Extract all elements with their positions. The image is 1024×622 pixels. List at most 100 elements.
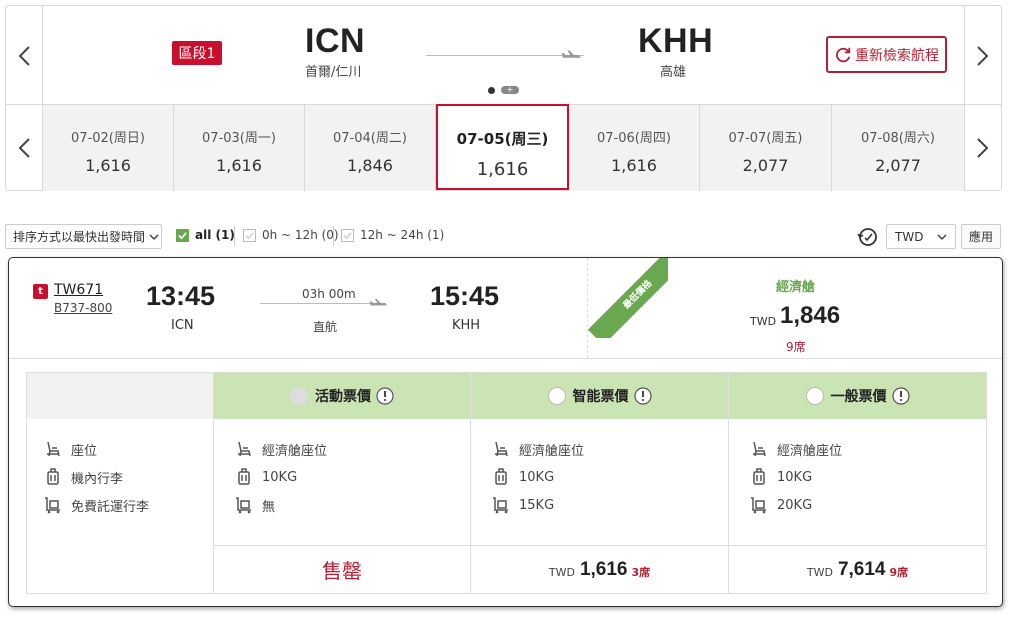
fare-option-regular: 一般票價 經濟艙座位 10KG 20KG TWD 7,614 9席 <box>729 373 986 593</box>
filter-divider <box>234 226 235 246</box>
prev-segment-button[interactable] <box>6 6 43 105</box>
flight-summary: t TW671 B737-800 13:45 ICN 03h 00m 直航 15… <box>9 258 1002 359</box>
feature-label: 機內行李 <box>71 471 124 487</box>
date-price: 2,077 <box>875 156 921 175</box>
lowest-price-ribbon: 最低價格 <box>588 258 668 338</box>
fare-option-smart: 智能票價 經濟艙座位 10KG 15KG TWD 1,616 3席 <box>471 373 729 593</box>
flight-duration: 03h 00m <box>302 287 356 301</box>
filter-all[interactable]: all (1) <box>176 228 235 242</box>
aircraft-link[interactable]: B737-800 <box>54 301 112 315</box>
research-label: 重新檢索航程 <box>855 47 939 64</box>
checkbox[interactable] <box>243 228 256 242</box>
fare-cabin-baggage: 10KG <box>749 467 812 487</box>
currency-select[interactable]: TWD <box>886 224 956 249</box>
date-cell[interactable]: 07-06(周四) 1,616 <box>569 105 700 191</box>
fare-radio[interactable] <box>805 387 824 405</box>
flight-stops: 直航 <box>313 320 338 334</box>
apply-button[interactable]: 應用 <box>961 224 1001 249</box>
currency-exchange-icon[interactable] <box>856 225 880 249</box>
info-icon[interactable] <box>376 387 394 405</box>
fare-value: 經濟艙座位 <box>262 443 328 459</box>
luggage-icon <box>47 468 59 485</box>
features-header <box>27 373 213 419</box>
fare-seat: 經濟艙座位 <box>234 439 327 459</box>
origin-name: 首爾/仁川 <box>305 65 362 80</box>
fare-footer[interactable]: TWD 1,616 3席 <box>471 545 728 593</box>
fare-value: 20KG <box>777 497 813 513</box>
fare-seats: 9席 <box>889 566 909 579</box>
fare-value: 經濟艙座位 <box>777 443 843 459</box>
date-cell[interactable]: 07-08(周六) 2,077 <box>832 105 964 191</box>
fare-footer[interactable]: TWD 7,614 9席 <box>729 545 986 593</box>
date-cell[interactable]: 07-02(周日) 1,616 <box>43 105 174 191</box>
fare-value: 10KG <box>262 469 298 485</box>
date-label: 07-08(周六) <box>861 131 935 146</box>
fare-price: 7,614 <box>837 558 886 580</box>
fare-value: 經濟艙座位 <box>519 443 585 459</box>
fare-name: 活動票價 <box>315 389 371 405</box>
date-selector: 07-02(周日) 1,616 07-03(周一) 1,616 07-04(周二… <box>43 104 964 191</box>
pager-dot-next[interactable]: + <box>501 86 519 94</box>
depart-time: 13:45 <box>146 281 216 311</box>
date-price: 1,616 <box>611 156 657 175</box>
flight-number-link[interactable]: TW671 <box>54 282 103 298</box>
fare-currency: TWD <box>806 566 833 579</box>
currency-value: TWD <box>895 229 924 244</box>
feature-seat: 座位 <box>43 439 97 459</box>
next-segment-button[interactable] <box>964 6 1001 105</box>
chevron-left-icon <box>18 45 30 66</box>
filter-0-12h[interactable]: 0h ~ 12h (0) <box>243 228 339 242</box>
checkbox-checked[interactable] <box>176 228 189 242</box>
info-icon[interactable] <box>633 387 652 405</box>
fare-price: 1,616 <box>579 558 628 580</box>
arrive-airport: KHH <box>452 318 481 333</box>
date-cell[interactable]: 07-04(周二) 1,846 <box>305 105 436 191</box>
date-price: 1,616 <box>85 156 131 175</box>
fare-radio-disabled <box>290 387 308 405</box>
fare-header[interactable]: 一般票價 <box>729 373 986 419</box>
airline-logo-icon: t <box>33 284 48 299</box>
fare-header[interactable]: 智能票價 <box>471 373 728 419</box>
seat-icon <box>47 441 60 457</box>
research-flights-button[interactable]: 重新檢索航程 <box>826 36 947 73</box>
chevron-right-icon <box>977 138 989 158</box>
fare-radio[interactable] <box>547 387 566 405</box>
date-label: 07-02(周日) <box>71 131 145 146</box>
next-dates-button[interactable] <box>964 105 1001 191</box>
info-icon[interactable] <box>891 387 910 405</box>
arrive-time: 15:45 <box>430 281 500 311</box>
airplane-icon <box>369 298 388 306</box>
date-price: 2,077 <box>742 156 789 175</box>
fare-header[interactable]: 活動票價 <box>214 373 470 419</box>
cabin-price: 1,846 <box>780 302 841 329</box>
fare-option-promo: 活動票價 經濟艙座位 10KG 無 售罄 <box>214 373 471 593</box>
fare-seats: 3席 <box>631 566 651 579</box>
flight-card: t TW671 B737-800 13:45 ICN 03h 00m 直航 15… <box>8 257 1003 607</box>
seat-icon <box>238 441 251 457</box>
fare-value: 10KG <box>777 469 813 485</box>
fare-checked-baggage: 15KG <box>491 495 554 515</box>
fare-table: 座位 機內行李 免費託運行李 活動票價 經濟艙座位 10KG 無 售罄 智能票價… <box>26 372 987 594</box>
prev-dates-button[interactable] <box>6 105 43 191</box>
sort-label: 排序方式以最快出發時間 <box>13 230 146 244</box>
pager-dot-active[interactable] <box>488 86 495 94</box>
date-cell[interactable]: 07-07(周五) 2,077 <box>700 105 832 191</box>
seat-icon <box>753 441 766 457</box>
fare-currency: TWD <box>548 566 575 579</box>
baggage-cart-icon <box>493 497 508 514</box>
flight-line <box>260 303 386 304</box>
date-cell[interactable]: 07-03(周一) 1,616 <box>174 105 305 191</box>
fare-cabin-baggage: 10KG <box>234 467 297 487</box>
fare-cabin-baggage: 10KG <box>491 467 554 487</box>
checkbox[interactable] <box>341 228 354 242</box>
date-cell-selected[interactable]: 07-05(周三) 1,616 <box>436 104 569 190</box>
filter-divider <box>333 226 334 246</box>
fare-checked-baggage: 20KG <box>749 495 812 515</box>
date-label: 07-03(周一) <box>202 131 276 146</box>
baggage-cart-icon <box>236 497 251 514</box>
filter-12-24h[interactable]: 12h ~ 24h (1) <box>341 228 444 242</box>
sort-select[interactable]: 排序方式以最快出發時間 <box>5 224 162 249</box>
cabin-currency: TWD <box>750 315 777 328</box>
fare-name: 一般票價 <box>830 389 887 405</box>
fare-value: 10KG <box>519 469 555 485</box>
